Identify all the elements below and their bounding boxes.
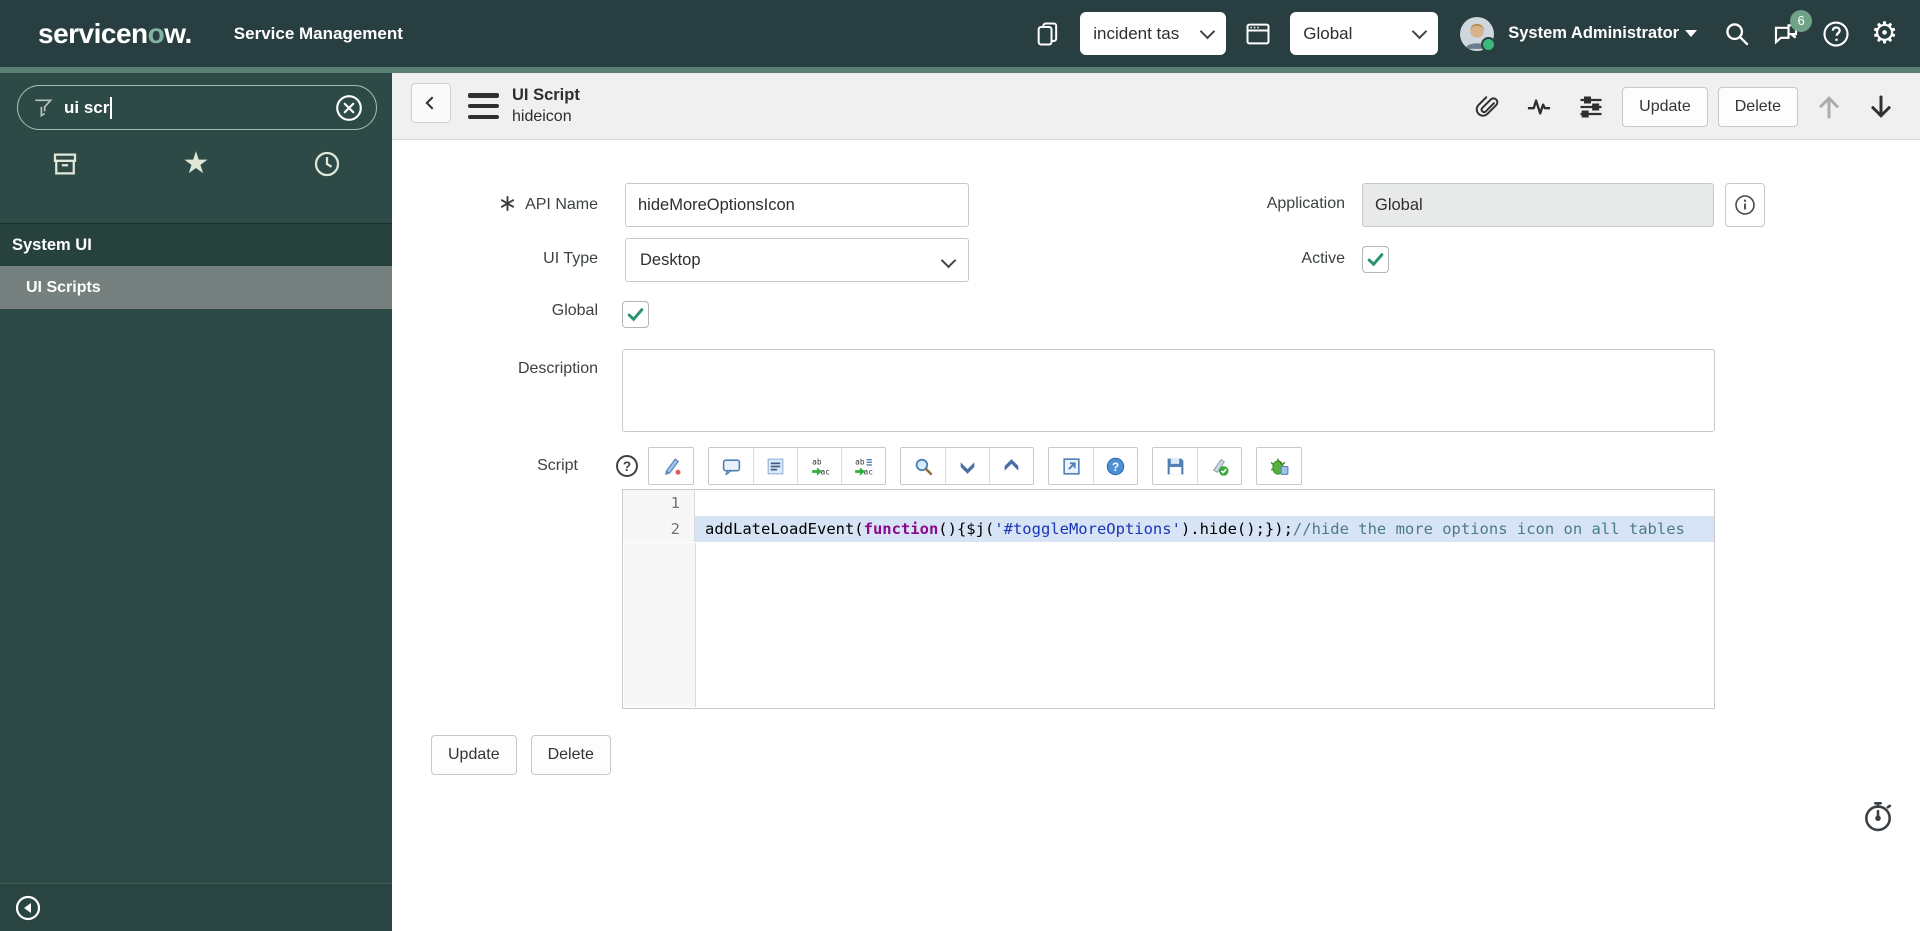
api-name-input[interactable] [625,183,969,227]
line-number: 1 [623,490,695,516]
app-window-icon[interactable] [1244,20,1272,48]
form-settings-icon[interactable] [1577,93,1605,121]
all-applications-icon[interactable] [0,131,131,197]
ui-type-select[interactable]: Desktop [625,238,969,282]
delete-button-header[interactable]: Delete [1717,86,1798,127]
api-name-label: API Name [438,195,598,214]
comment-lines-icon[interactable] [753,448,797,484]
user-menu[interactable]: System Administrator [1508,24,1679,43]
previous-record-icon[interactable] [1814,92,1844,122]
svg-text:?: ? [623,459,631,474]
delete-button-footer[interactable]: Delete [530,735,611,775]
history-icon[interactable] [261,131,392,197]
svg-text:ac: ac [864,467,874,476]
chevron-down-icon [1199,23,1216,40]
find-previous-icon[interactable] [989,448,1033,484]
settings-icon[interactable]: ⚙ [1871,18,1898,49]
connect-chat-icon[interactable]: 6 [1771,9,1813,49]
chevron-down-icon [1411,23,1428,40]
paperclip-icon[interactable] [1475,94,1501,120]
filter-navigator-input[interactable]: ui scr [17,85,377,130]
code-line[interactable]: 2 addLateLoadEvent(function(){$j('#toggle… [623,516,1714,542]
record-type-title: UI Script [512,86,580,104]
format-code-icon[interactable] [649,448,693,484]
sidebar-footer [0,883,392,931]
form-header: UI Script hideicon Update Delete [392,73,1920,140]
clear-filter-icon[interactable] [334,93,364,123]
find-next-icon[interactable] [945,448,989,484]
funnel-icon [35,99,53,117]
servicenow-logo: servicenow. [38,17,192,49]
active-label: Active [1301,250,1345,267]
application-label: Application [1266,195,1345,212]
presence-dot [1481,36,1497,52]
copy-pages-icon[interactable] [1034,20,1062,48]
update-set-picker[interactable]: incident tas [1080,12,1227,55]
svg-text:?: ? [1112,461,1119,473]
app-title: Service Management [233,23,403,43]
code-line[interactable]: 1 [623,490,1714,516]
description-textarea[interactable] [622,349,1715,432]
navigator-tabs: ★ [0,131,392,197]
chat-badge: 6 [1790,9,1813,32]
svg-text:ab: ab [812,457,822,466]
global-checkbox[interactable] [622,301,649,328]
script-label: Script [537,457,578,474]
next-record-icon[interactable] [1866,92,1896,122]
script-help-icon[interactable]: ? [614,453,640,479]
nav-section-system-ui: System UI [0,223,392,266]
application-navigator: ui scr ★ System UI UI Scripts [0,73,392,931]
script-code-editor[interactable]: 1 2 addLateLoadEvent(function(){$j('#toggl… [622,489,1715,709]
script-editor-toolbar: ab ac ab ac? [648,447,1316,485]
update-button-header[interactable]: Update [1622,86,1708,127]
line-number-gutter [624,543,696,707]
checkmark-icon [1367,253,1384,267]
save-icon[interactable] [1153,448,1197,484]
global-label: Global [551,302,598,319]
form-context-menu-icon[interactable] [468,93,499,119]
open-in-new-window-icon[interactable] [1049,448,1093,484]
svg-text:ab: ab [855,457,865,466]
debug-icon[interactable] [1257,448,1301,484]
response-time-stopwatch-icon[interactable] [1860,798,1896,834]
description-label: Description [517,360,598,377]
replace-icon[interactable]: ab ac [797,448,841,484]
help-icon[interactable] [1821,19,1851,49]
record-name-subtitle: hideicon [512,108,572,125]
top-banner: servicenow. Service Management incident … [0,0,1920,67]
search-icon[interactable] [1723,20,1751,48]
svg-text:ac: ac [821,467,830,476]
text-cursor [110,96,112,119]
mandatory-indicator [499,195,516,212]
checkmark-icon [627,308,644,322]
editor-search-icon[interactable] [901,448,945,484]
ui-type-label: UI Type [543,250,598,267]
back-button[interactable] [411,83,451,123]
active-checkbox[interactable] [1362,246,1389,273]
collapse-sidebar-icon[interactable] [14,894,42,922]
filter-text: ui scr [64,97,110,117]
replace-all-icon[interactable]: ab ac [841,448,885,484]
toggle-comment-icon[interactable] [709,448,753,484]
application-info-icon[interactable] [1725,183,1765,227]
chevron-down-icon [940,252,957,269]
update-button-footer[interactable]: Update [431,735,517,775]
sidebar-item-ui-scripts[interactable]: UI Scripts [0,266,392,309]
caret-down-icon[interactable] [1685,30,1698,37]
editor-help-icon[interactable]: ? [1093,448,1137,484]
line-number: 2 [623,516,695,542]
validate-script-icon[interactable] [1197,448,1241,484]
user-avatar[interactable] [1460,16,1497,52]
application-readonly-field: Global [1362,183,1714,227]
activity-stream-icon[interactable] [1525,93,1553,121]
application-scope-picker[interactable]: Global [1290,12,1439,55]
favorites-icon[interactable]: ★ [131,131,262,197]
